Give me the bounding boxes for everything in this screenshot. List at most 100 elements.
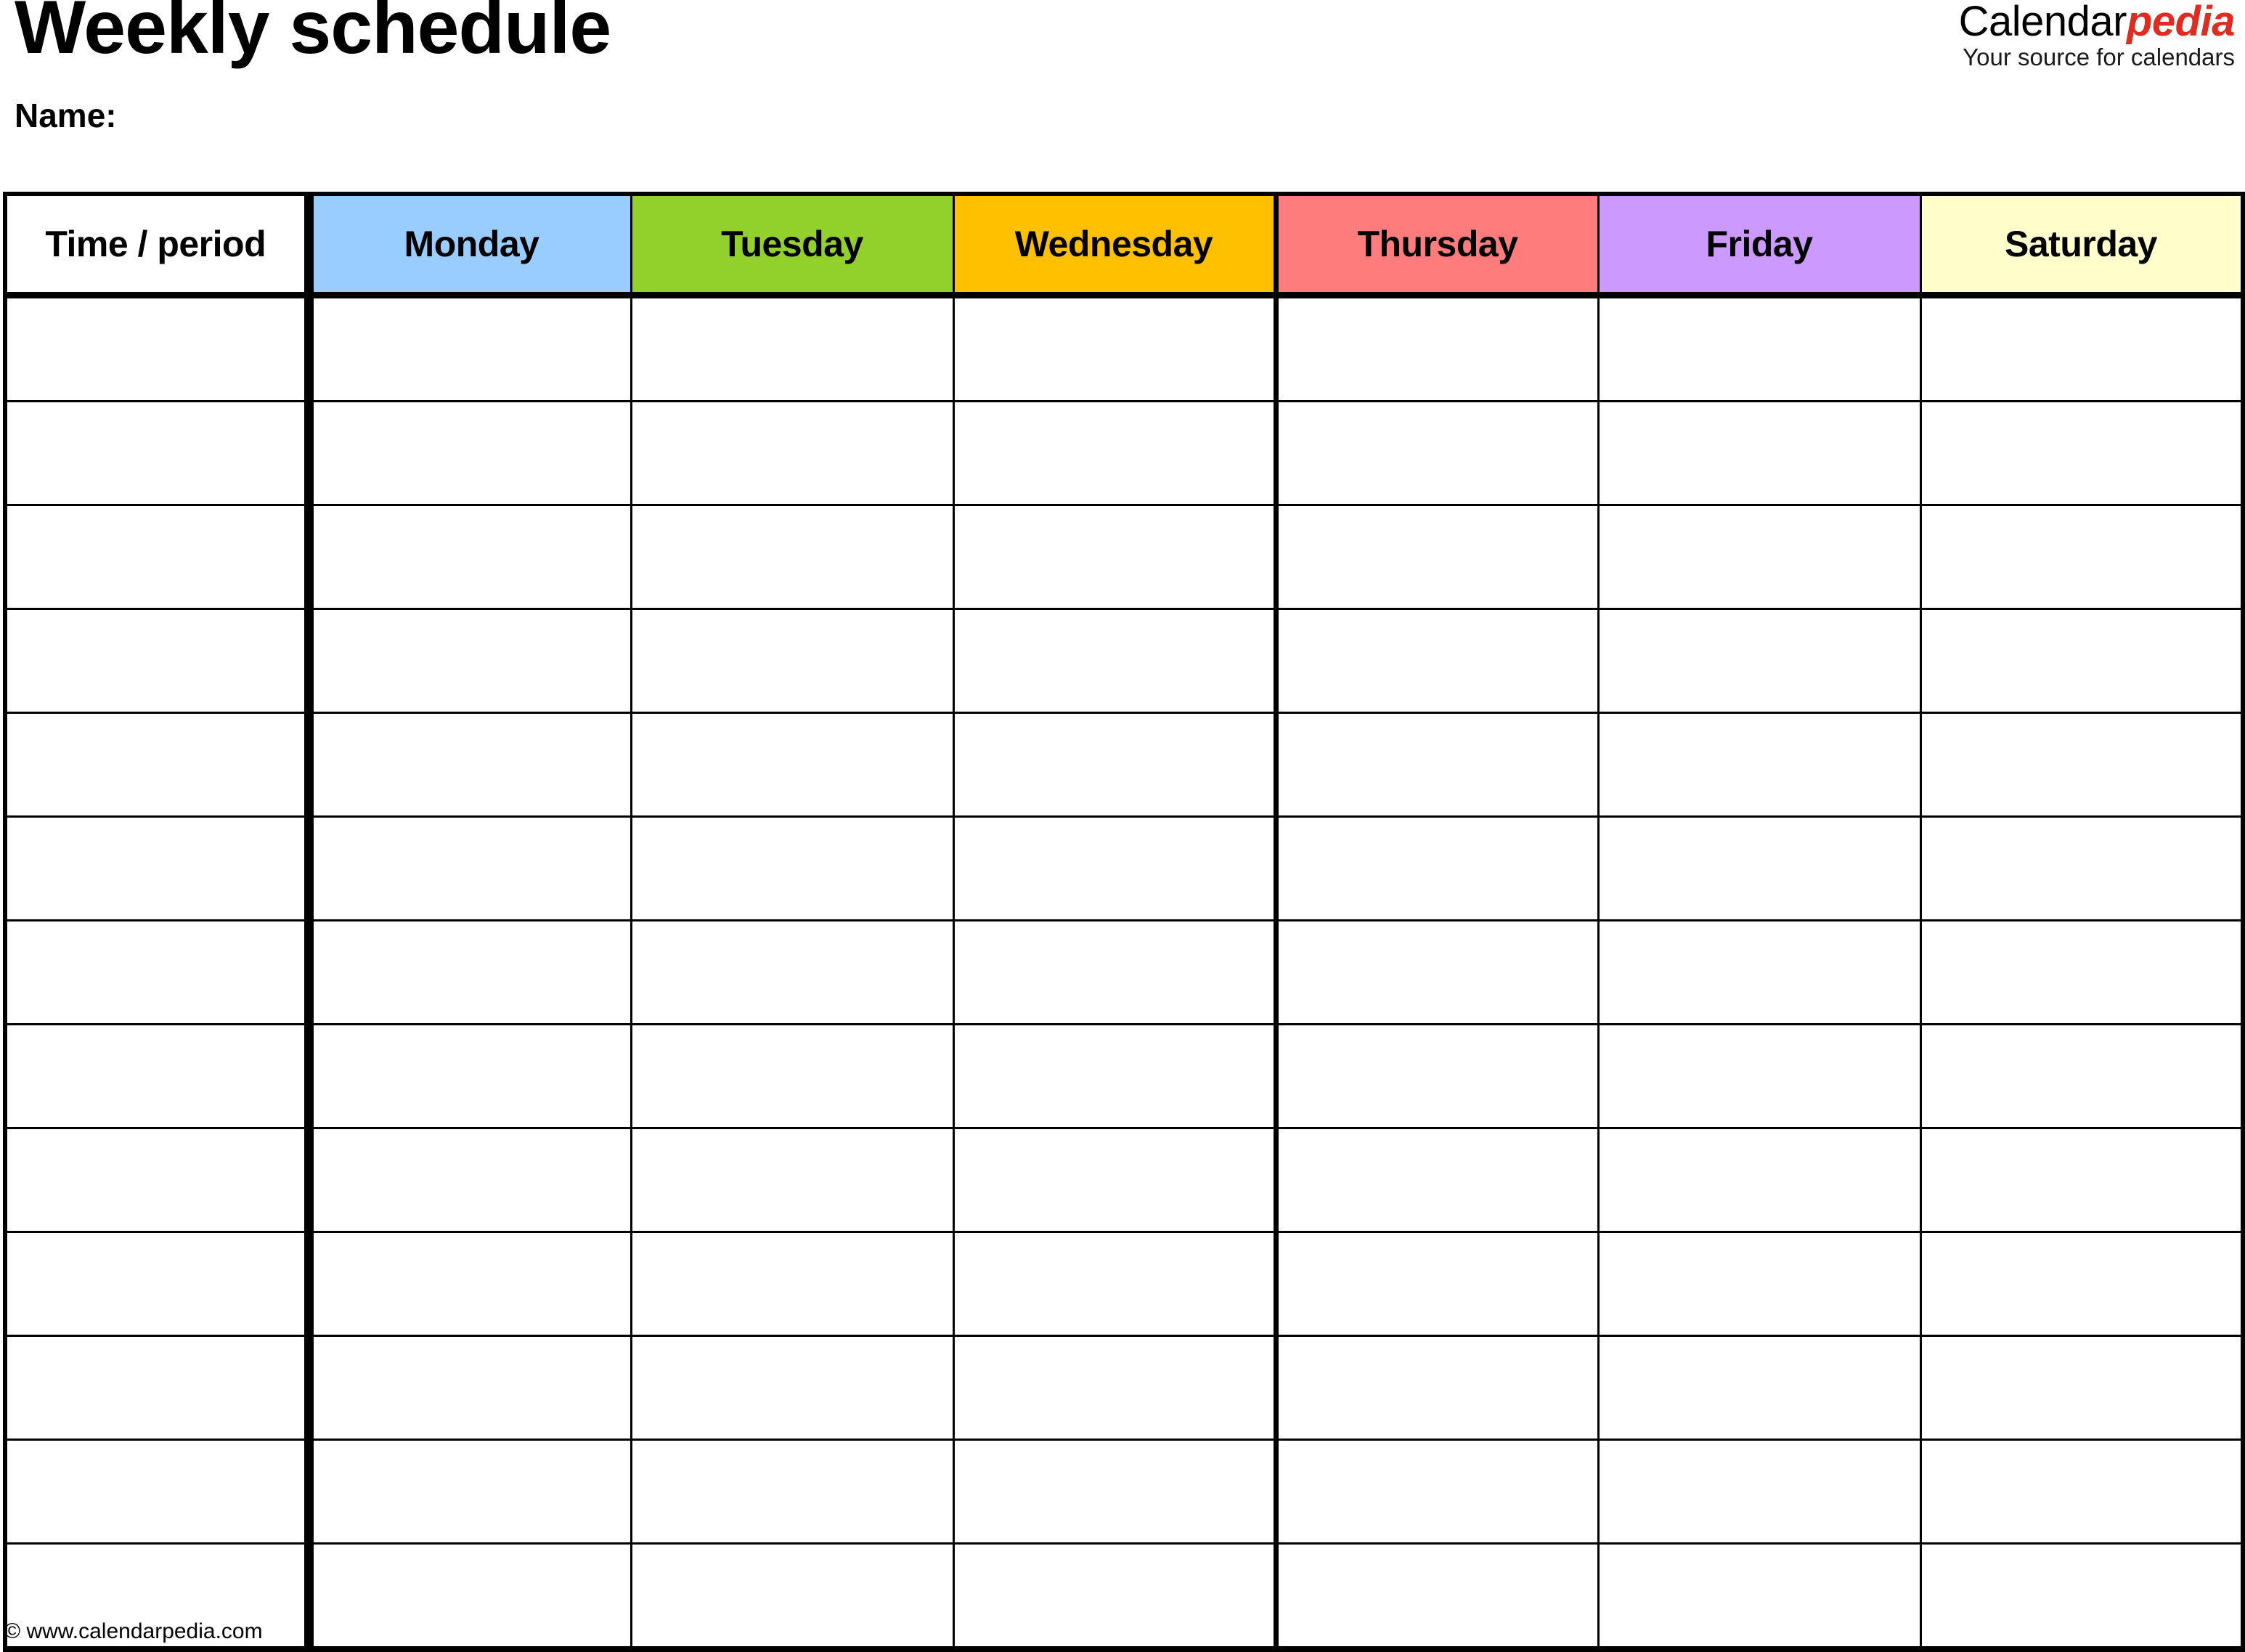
schedule-cell-friday[interactable] bbox=[1597, 400, 1922, 506]
schedule-cell-time[interactable] bbox=[3, 608, 314, 714]
schedule-cell-saturday[interactable] bbox=[1919, 1542, 2245, 1652]
schedule-cell-wednesday[interactable] bbox=[952, 400, 1277, 506]
column-header-thursday: Thursday bbox=[1273, 192, 1600, 298]
schedule-cell-saturday[interactable] bbox=[1919, 919, 2245, 1025]
schedule-cell-friday[interactable] bbox=[1597, 919, 1922, 1025]
schedule-cell-thursday[interactable] bbox=[1273, 1439, 1600, 1545]
schedule-cell-tuesday[interactable] bbox=[630, 1231, 955, 1337]
schedule-cell-saturday[interactable] bbox=[1919, 1127, 2245, 1233]
schedule-cell-time[interactable] bbox=[3, 815, 314, 921]
schedule-cell-thursday[interactable] bbox=[1273, 1335, 1600, 1441]
brand-tagline: Your source for calendars bbox=[1963, 44, 2235, 71]
schedule-cell-wednesday[interactable] bbox=[952, 504, 1277, 610]
schedule-cell-tuesday[interactable] bbox=[630, 712, 955, 818]
schedule-cell-saturday[interactable] bbox=[1919, 400, 2245, 506]
schedule-cell-thursday[interactable] bbox=[1273, 608, 1600, 714]
schedule-cell-monday[interactable] bbox=[307, 712, 632, 818]
schedule-cell-wednesday[interactable] bbox=[952, 815, 1277, 921]
schedule-cell-wednesday[interactable] bbox=[952, 294, 1277, 402]
schedule-cell-saturday[interactable] bbox=[1919, 712, 2245, 818]
schedule-cell-wednesday[interactable] bbox=[952, 1439, 1277, 1545]
schedule-cell-tuesday[interactable] bbox=[630, 815, 955, 921]
schedule-cell-monday[interactable] bbox=[307, 1439, 632, 1545]
table-row bbox=[3, 815, 2245, 921]
schedule-cell-tuesday[interactable] bbox=[630, 294, 955, 402]
schedule-cell-monday[interactable] bbox=[307, 400, 632, 506]
schedule-cell-friday[interactable] bbox=[1597, 712, 1922, 818]
schedule-cell-thursday[interactable] bbox=[1273, 1023, 1600, 1129]
schedule-cell-thursday[interactable] bbox=[1273, 400, 1600, 506]
schedule-cell-tuesday[interactable] bbox=[630, 1023, 955, 1129]
schedule-cell-saturday[interactable] bbox=[1919, 294, 2245, 402]
schedule-cell-wednesday[interactable] bbox=[952, 1335, 1277, 1441]
schedule-cell-tuesday[interactable] bbox=[630, 504, 955, 610]
table-header-row: Time / period Monday Tuesday Wednesday T… bbox=[3, 192, 2245, 298]
schedule-cell-thursday[interactable] bbox=[1273, 1542, 1600, 1652]
schedule-cell-friday[interactable] bbox=[1597, 504, 1922, 610]
schedule-cell-tuesday[interactable] bbox=[630, 1542, 955, 1652]
schedule-cell-time[interactable] bbox=[3, 1023, 314, 1129]
schedule-cell-wednesday[interactable] bbox=[952, 1127, 1277, 1233]
schedule-cell-monday[interactable] bbox=[307, 1127, 632, 1233]
schedule-cell-friday[interactable] bbox=[1597, 815, 1922, 921]
schedule-cell-monday[interactable] bbox=[307, 1231, 632, 1337]
schedule-cell-wednesday[interactable] bbox=[952, 1542, 1277, 1652]
schedule-cell-friday[interactable] bbox=[1597, 1335, 1922, 1441]
schedule-cell-wednesday[interactable] bbox=[952, 1023, 1277, 1129]
schedule-cell-friday[interactable] bbox=[1597, 1439, 1922, 1545]
schedule-cell-time[interactable] bbox=[3, 400, 314, 506]
schedule-cell-thursday[interactable] bbox=[1273, 712, 1600, 818]
schedule-cell-tuesday[interactable] bbox=[630, 919, 955, 1025]
schedule-cell-friday[interactable] bbox=[1597, 294, 1922, 402]
schedule-cell-wednesday[interactable] bbox=[952, 608, 1277, 714]
schedule-cell-tuesday[interactable] bbox=[630, 1439, 955, 1545]
schedule-cell-thursday[interactable] bbox=[1273, 815, 1600, 921]
schedule-cell-time[interactable] bbox=[3, 1231, 314, 1337]
schedule-cell-saturday[interactable] bbox=[1919, 1023, 2245, 1129]
schedule-cell-friday[interactable] bbox=[1597, 1127, 1922, 1233]
schedule-cell-monday[interactable] bbox=[307, 815, 632, 921]
schedule-cell-thursday[interactable] bbox=[1273, 1231, 1600, 1337]
schedule-cell-thursday[interactable] bbox=[1273, 919, 1600, 1025]
schedule-cell-saturday[interactable] bbox=[1919, 504, 2245, 610]
schedule-cell-time[interactable] bbox=[3, 1439, 314, 1545]
schedule-cell-time[interactable] bbox=[3, 1127, 314, 1233]
schedule-cell-time[interactable] bbox=[3, 1335, 314, 1441]
schedule-cell-monday[interactable] bbox=[307, 1542, 632, 1652]
schedule-cell-time[interactable] bbox=[3, 919, 314, 1025]
schedule-cell-tuesday[interactable] bbox=[630, 1335, 955, 1441]
schedule-cell-saturday[interactable] bbox=[1919, 1231, 2245, 1337]
schedule-cell-wednesday[interactable] bbox=[952, 712, 1277, 818]
schedule-cell-friday[interactable] bbox=[1597, 1023, 1922, 1129]
schedule-cell-time[interactable] bbox=[3, 504, 314, 610]
schedule-cell-monday[interactable] bbox=[307, 1023, 632, 1129]
schedule-cell-thursday[interactable] bbox=[1273, 1127, 1600, 1233]
schedule-cell-monday[interactable] bbox=[307, 608, 632, 714]
schedule-cell-tuesday[interactable] bbox=[630, 608, 955, 714]
schedule-cell-saturday[interactable] bbox=[1919, 1335, 2245, 1441]
schedule-cell-saturday[interactable] bbox=[1919, 608, 2245, 714]
schedule-cell-tuesday[interactable] bbox=[630, 1127, 955, 1233]
schedule-cell-tuesday[interactable] bbox=[630, 400, 955, 506]
schedule-cell-saturday[interactable] bbox=[1919, 815, 2245, 921]
schedule-cell-monday[interactable] bbox=[307, 1335, 632, 1441]
schedule-cell-friday[interactable] bbox=[1597, 1231, 1922, 1337]
schedule-cell-friday[interactable] bbox=[1597, 1542, 1922, 1652]
schedule-cell-time[interactable] bbox=[3, 294, 314, 402]
schedule-cell-wednesday[interactable] bbox=[952, 1231, 1277, 1337]
schedule-cell-friday[interactable] bbox=[1597, 608, 1922, 714]
table-row bbox=[3, 294, 2245, 402]
column-header-time: Time / period bbox=[3, 192, 314, 298]
schedule-cell-monday[interactable] bbox=[307, 294, 632, 402]
column-header-wednesday: Wednesday bbox=[952, 192, 1277, 298]
schedule-cell-thursday[interactable] bbox=[1273, 294, 1600, 402]
brand-wordmark-accent: pedia bbox=[2127, 0, 2236, 45]
schedule-cell-saturday[interactable] bbox=[1919, 1439, 2245, 1545]
schedule-cell-time[interactable] bbox=[3, 712, 314, 818]
schedule-cell-wednesday[interactable] bbox=[952, 919, 1277, 1025]
schedule-cell-monday[interactable] bbox=[307, 504, 632, 610]
schedule-cell-thursday[interactable] bbox=[1273, 504, 1600, 610]
calendarpedia-logo: Calendarpedia Your source for calendars bbox=[1959, 0, 2236, 71]
weekly-schedule-table: Time / period Monday Tuesday Wednesday T… bbox=[3, 192, 2245, 1652]
schedule-cell-monday[interactable] bbox=[307, 919, 632, 1025]
